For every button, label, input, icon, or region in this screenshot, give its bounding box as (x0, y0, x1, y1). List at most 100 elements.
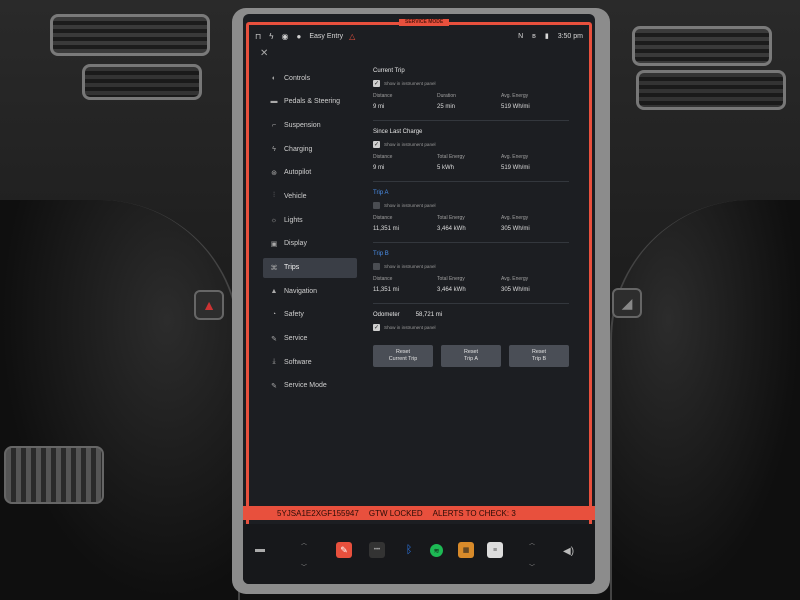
sidebar-item-navigation[interactable]: ▲ Navigation (263, 281, 357, 301)
steering-wheel-icon: ⊛ (271, 169, 277, 177)
reset-trip-b-button[interactable]: Reset Trip B (509, 345, 569, 367)
stat-label: Avg. Energy (501, 93, 529, 99)
air-vent-left-lower (82, 64, 202, 100)
sidebar-item-lights[interactable]: ☼ Lights (263, 210, 357, 230)
sun-icon: ☼ (270, 216, 278, 224)
reset-trip-a-button[interactable]: Reset Trip A (441, 345, 501, 367)
status-right: N ʙ ▮ 3:50 pm (509, 32, 583, 41)
checkmark-icon[interactable]: ✓ (373, 324, 380, 331)
hazard-button-icon[interactable]: ▲ (194, 290, 224, 320)
stat-label: Distance (373, 215, 393, 221)
calendar-app-icon[interactable]: ▦ (458, 542, 474, 558)
sidebar-item-label: Pedals & Steering (284, 98, 341, 106)
service-alert-bar[interactable]: 5YJSA1E2XGF155947 GTW LOCKED ALERTS TO C… (243, 506, 595, 520)
sidebar-item-label: Charging (284, 145, 313, 153)
sidebar-item-service-mode[interactable]: ✎ Service Mode (263, 376, 357, 396)
show-in-panel-checkbox[interactable]: ✓ Show in instrument panel (373, 80, 569, 87)
network-icon: N (518, 32, 524, 40)
checkmark-icon[interactable]: ✓ (373, 141, 380, 148)
air-vent-right-lower (636, 70, 786, 110)
more-apps-icon[interactable]: ••• (369, 542, 385, 558)
trip-stats: Distance 11,351 mi Total Energy 3,464 kWh … (373, 276, 569, 293)
stat-label: Distance (373, 276, 393, 282)
trip-stats: Distance 9 mi Duration 25 min Avg. Energy 5… (373, 93, 569, 110)
glovebox-button-icon[interactable]: ◢ (612, 288, 642, 318)
alerts-count[interactable]: ALERTS TO CHECK: 3 (433, 509, 516, 518)
vin-text: 5YJSA1E2XGF155947 (277, 508, 359, 518)
navigation-icon: ▲ (270, 287, 278, 295)
stat-label: Duration (437, 93, 456, 99)
trip-stats: Distance 11,351 mi Total Energy 3,464 kWh … (373, 215, 569, 232)
sidebar-item-safety[interactable]: ◔ Safety (263, 305, 357, 325)
lock-icon[interactable]: ⊓ (255, 32, 261, 41)
stat-value: 5 kWh (437, 165, 455, 171)
user-icon[interactable]: ● (296, 32, 301, 41)
button-label: Reset (395, 349, 411, 355)
air-vent-right (632, 26, 772, 66)
stat-value: 11,351 mi (373, 287, 399, 293)
app-dock: ▬ ︿ ﹀ ✎ ••• ᛒ ≋ ▦ ≡ ︿ ﹀ ◀) (243, 524, 595, 584)
chevron-down-icon[interactable]: ﹀ (301, 562, 307, 571)
trips-panel: Current Trip ✓ Show in instrument panel … (373, 68, 569, 367)
touchscreen: SERVICE MODE ⊓ ϟ ◉ ● Easy Entry △ N ʙ ▮ … (243, 14, 595, 584)
checkbox-label: Show in instrument panel (384, 81, 436, 86)
checkmark-icon[interactable]: ✓ (373, 80, 380, 87)
sidebar-item-software[interactable]: ⤓ Software (263, 352, 357, 372)
show-in-panel-checkbox[interactable]: ✓ Show in instrument panel (373, 324, 569, 331)
chevron-up-icon[interactable]: ︿ (529, 538, 535, 547)
wrench-app-icon[interactable]: ✎ (336, 542, 352, 558)
stat-value: 25 min (437, 104, 456, 110)
reset-current-trip-button[interactable]: Reset Current Trip (373, 345, 433, 367)
section-title[interactable]: Trip B (373, 251, 569, 257)
show-in-panel-checkbox[interactable]: ✓ Show in instrument panel (373, 141, 569, 148)
stat-value: 3,464 kWh (437, 226, 466, 232)
button-label: Trip B (531, 356, 547, 362)
car-icon[interactable]: ▬ (255, 544, 265, 555)
section-title[interactable]: Trip A (373, 190, 569, 196)
stat-label: Total Energy (437, 276, 465, 282)
odometer-label: Odometer (373, 312, 400, 318)
section-title: Current Trip (373, 68, 405, 74)
close-icon[interactable]: ✕ (260, 48, 272, 60)
sidebar-item-label: Service (284, 335, 308, 343)
sidebar-item-label: Trips (284, 264, 300, 271)
driver-profile[interactable]: Easy Entry (309, 33, 343, 40)
odometer-section: Odometer 58,721 mi ✓ Show in instrument … (373, 312, 569, 331)
stat-label: Distance (373, 154, 393, 160)
shield-icon: ◔ (271, 311, 277, 319)
sliders-icon: ⫶ (273, 192, 275, 200)
chevron-up-icon[interactable]: ︿ (301, 538, 307, 547)
suspension-icon: ⌐ (271, 121, 277, 129)
sidebar-item-trips[interactable]: ⌘ Trips (263, 257, 357, 278)
stat-label: Total Energy (437, 215, 465, 221)
trips-icon: ⌘ (270, 264, 278, 272)
sidebar-item-charging[interactable]: ϟ Charging (263, 139, 357, 159)
warning-icon[interactable]: △ (349, 32, 355, 41)
checkbox-icon[interactable] (373, 202, 380, 209)
button-label: Reset (463, 349, 479, 355)
notes-app-icon[interactable]: ≡ (487, 542, 503, 558)
volume-icon[interactable]: ◀) (563, 546, 574, 557)
sidebar-item-label: Software (284, 358, 312, 366)
sidebar-item-suspension[interactable]: ⌐ Suspension (263, 115, 357, 135)
show-in-panel-checkbox[interactable]: Show in instrument panel (373, 263, 569, 270)
sidebar-item-label: Autopilot (284, 169, 312, 177)
wrench-icon: ✎ (271, 335, 277, 343)
bluetooth-icon[interactable]: ᛒ (401, 542, 417, 558)
section-title: Since Last Charge (373, 129, 423, 135)
checkbox-icon[interactable] (373, 263, 380, 270)
chevron-down-icon[interactable]: ﹀ (529, 562, 535, 571)
show-in-panel-checkbox[interactable]: Show in instrument panel (373, 202, 569, 209)
sidebar-item-controls[interactable]: ◐ Controls (263, 68, 357, 88)
sidebar-item-label: Service Mode (284, 382, 327, 390)
sidebar-item-autopilot[interactable]: ⊛ Autopilot (263, 163, 357, 183)
sidebar-item-display[interactable]: ▣ Display (263, 234, 357, 254)
sidebar-item-service[interactable]: ✎ Service (263, 329, 357, 349)
sidebar-item-pedals-steering[interactable]: ▬ Pedals & Steering (263, 92, 357, 112)
dashcam-icon[interactable]: ◉ (281, 32, 288, 41)
status-bar: ⊓ ϟ ◉ ● Easy Entry △ N ʙ ▮ 3:50 pm (255, 26, 583, 46)
button-label: Trip A (464, 356, 478, 362)
sidebar-item-vehicle[interactable]: ⫶ Vehicle (263, 186, 357, 206)
spotify-icon[interactable]: ≋ (430, 544, 443, 557)
current-trip-section: Current Trip ✓ Show in instrument panel … (373, 68, 569, 121)
